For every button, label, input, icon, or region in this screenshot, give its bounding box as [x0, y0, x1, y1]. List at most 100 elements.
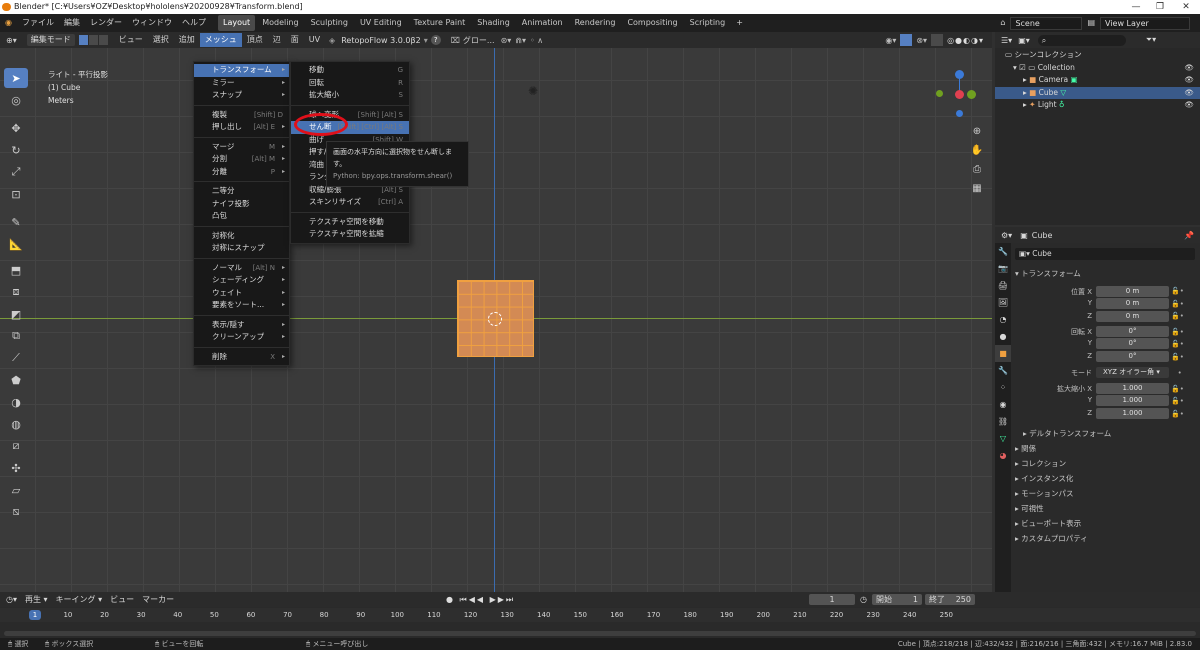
relations-section[interactable]: ▸ 関係 [1015, 443, 1036, 454]
gizmo-y-icon[interactable] [967, 90, 976, 99]
menu-window[interactable]: ウィンドウ [127, 14, 177, 32]
visibility-icon[interactable]: ◉▾ [885, 36, 896, 45]
object-tab-icon[interactable]: ■ [995, 345, 1011, 362]
mesh-menu-item[interactable]: 要素をソート... ▸ [194, 299, 289, 312]
properties-editor-icon[interactable]: ⚙▾ [1001, 231, 1012, 240]
view-layer-selector[interactable]: View Layer [1100, 16, 1190, 30]
mesh-menu-item[interactable]: ノーマル [Alt] N ▸ [194, 262, 289, 275]
pan-hand-icon[interactable]: ✋ [970, 141, 984, 160]
transform-orientation-selector[interactable]: グロー... [463, 35, 495, 46]
annotate-tool-icon[interactable]: ✎ [4, 212, 28, 232]
navigation-gizmo[interactable] [936, 70, 984, 130]
eye-icon[interactable]: 👁 [1184, 62, 1194, 75]
tool-tab-icon[interactable]: 🔧 [995, 243, 1011, 260]
scale-tool-icon[interactable]: ⤢ [4, 162, 28, 182]
shading-modes-icon[interactable]: ◎●◐◑▾ [947, 36, 984, 45]
mode-selector[interactable]: 編集モード [26, 34, 75, 46]
timeline-editor-icon[interactable]: ◷▾ [6, 595, 17, 604]
lock-icon[interactable]: 🔓• [1171, 351, 1197, 364]
lock-icon[interactable]: 🔓• [1171, 338, 1197, 351]
close-button[interactable]: ✕ [1174, 0, 1198, 14]
cursor-tool-icon[interactable]: ◎ [4, 90, 28, 110]
ortho-grid-icon[interactable]: ▦ [970, 179, 984, 198]
shrink-fatten-tool-icon[interactable]: ✣ [4, 458, 28, 478]
blender-menu-icon[interactable]: ◉ [0, 14, 17, 32]
menu-face[interactable]: 面 [286, 32, 304, 49]
lock-icon[interactable]: 🔓• [1171, 298, 1197, 311]
output-tab-icon[interactable]: 🖨 [995, 277, 1011, 294]
mesh-menu-item[interactable]: マージ M ▸ [194, 141, 289, 154]
menu-view[interactable]: ビュー [114, 32, 148, 49]
menu-edge[interactable]: 辺 [268, 32, 286, 49]
light-object-icon[interactable]: ✺ [528, 84, 538, 98]
transform-tool-icon[interactable]: ⊡ [4, 184, 28, 204]
measure-tool-icon[interactable]: 📐 [4, 234, 28, 254]
outliner-item-light[interactable]: ▸ ✦ Light ♁ 👁 [995, 99, 1200, 112]
physics-tab-icon[interactable]: ◉ [995, 396, 1011, 413]
start-frame-field[interactable]: 開始 1 [872, 594, 922, 605]
world-tab-icon[interactable]: ● [995, 328, 1011, 345]
mesh-menu-item[interactable]: シェーディング ▸ [194, 274, 289, 287]
mesh-menu-item[interactable]: 表示/隠す ▸ [194, 319, 289, 332]
outliner-editor-icon[interactable]: ☰▾ [1001, 36, 1012, 45]
mesh-menu-item[interactable]: 分割 [Alt] M ▸ [194, 153, 289, 166]
mesh-menu-item[interactable]: 削除 X ▸ [194, 351, 289, 364]
gizmo-x-icon[interactable] [955, 90, 964, 99]
delta-transform-section[interactable]: ▸ デルタトランスフォーム [1023, 428, 1111, 439]
scale-x-field[interactable]: 1.000 [1096, 383, 1169, 394]
constraints-tab-icon[interactable]: ⛓ [995, 413, 1011, 430]
menu-keying[interactable]: キーイング ▾ [56, 594, 103, 605]
lock-icon[interactable]: 🔓• [1171, 310, 1197, 323]
mesh-menu-item[interactable]: ウェイト ▸ [194, 287, 289, 300]
collections-section[interactable]: ▸ コレクション [1015, 458, 1066, 469]
transform-menu-item[interactable]: テクスチャ空間を移動 [291, 216, 409, 229]
3d-viewport[interactable]: ⊕▾ 編集モード ビュー 選択 追加 メッシュ 頂点 辺 面 UV ◈ Reto… [0, 32, 992, 592]
lock-icon[interactable]: 🔓• [1171, 285, 1197, 298]
tab-modeling[interactable]: Modeling [257, 15, 303, 31]
lock-icon[interactable]: 🔓• [1171, 326, 1197, 339]
inset-tool-icon[interactable]: ⧈ [4, 282, 28, 302]
transform-menu-item[interactable]: テクスチャ空間を拡縮 [291, 228, 409, 241]
particles-tab-icon[interactable]: ⁘ [995, 379, 1011, 396]
end-frame-field[interactable]: 終了 250 [925, 594, 975, 605]
rotation-z-field[interactable]: 0° [1096, 351, 1169, 362]
mesh-menu-item[interactable]: 二等分 [194, 185, 289, 198]
view-layer-tab-icon[interactable]: 🖼 [995, 294, 1011, 311]
tab-texture-paint[interactable]: Texture Paint [409, 15, 471, 31]
expand-chevron-icon[interactable]: ▾ [1013, 63, 1017, 72]
mesh-menu-item[interactable]: ミラー ▸ [194, 77, 289, 90]
mesh-menu-item[interactable]: 分離 P ▸ [194, 166, 289, 179]
help-icon[interactable]: ? [430, 35, 441, 45]
mesh-menu-item[interactable]: スナップ ▸ [194, 89, 289, 102]
eye-icon[interactable]: 👁 [1184, 87, 1194, 100]
object-name-field[interactable]: ▣▾ Cube [1015, 248, 1195, 260]
collection-row[interactable]: ▾ ☑ ▭ Collection 👁 [995, 62, 1200, 75]
camera-view-icon[interactable]: ⎙ [970, 160, 984, 179]
current-frame-marker[interactable]: 1 [29, 610, 41, 620]
face-select-icon[interactable] [98, 35, 108, 45]
polybuild-tool-icon[interactable]: ⬟ [4, 370, 28, 390]
visibility-section[interactable]: ▸ 可視性 [1015, 503, 1044, 514]
tab-rendering[interactable]: Rendering [570, 15, 621, 31]
mesh-menu-item[interactable]: トランスフォーム ▸ [194, 64, 289, 77]
outliner-item-camera[interactable]: ▸ ■ Camera ▣ 👁 [995, 74, 1200, 87]
loopcut-tool-icon[interactable]: ⧉ [4, 326, 28, 346]
playback-controls[interactable]: ● ⏮◀◀ ▶▶⏭ [446, 595, 515, 605]
shear-tool-icon[interactable]: ▱ [4, 480, 28, 500]
select-tool-icon[interactable]: ➤ [4, 68, 28, 88]
lock-icon[interactable]: 🔓• [1171, 395, 1197, 408]
bevel-tool-icon[interactable]: ◩ [4, 304, 28, 324]
mesh-menu-item[interactable]: 凸包 [194, 210, 289, 223]
rotate-tool-icon[interactable]: ↻ [4, 140, 28, 160]
menu-marker[interactable]: マーカー [142, 594, 174, 605]
eye-icon[interactable]: 👁 [1184, 74, 1194, 87]
edge-slide-tool-icon[interactable]: ⧄ [4, 436, 28, 456]
tab-uv-editing[interactable]: UV Editing [355, 15, 407, 31]
rotation-x-field[interactable]: 0° [1096, 326, 1169, 337]
menu-help[interactable]: ヘルプ [177, 14, 211, 32]
current-frame-field[interactable]: 1 [809, 594, 855, 605]
outliner-item-cube[interactable]: ▸ ■ Cube ▽ 👁 [995, 86, 1200, 100]
menu-vertex[interactable]: 頂点 [242, 32, 268, 49]
custom-properties-section[interactable]: ▸ カスタムプロパティ [1015, 533, 1088, 544]
rotation-mode-selector[interactable]: XYZ オイラー角 ▾ [1096, 367, 1169, 378]
